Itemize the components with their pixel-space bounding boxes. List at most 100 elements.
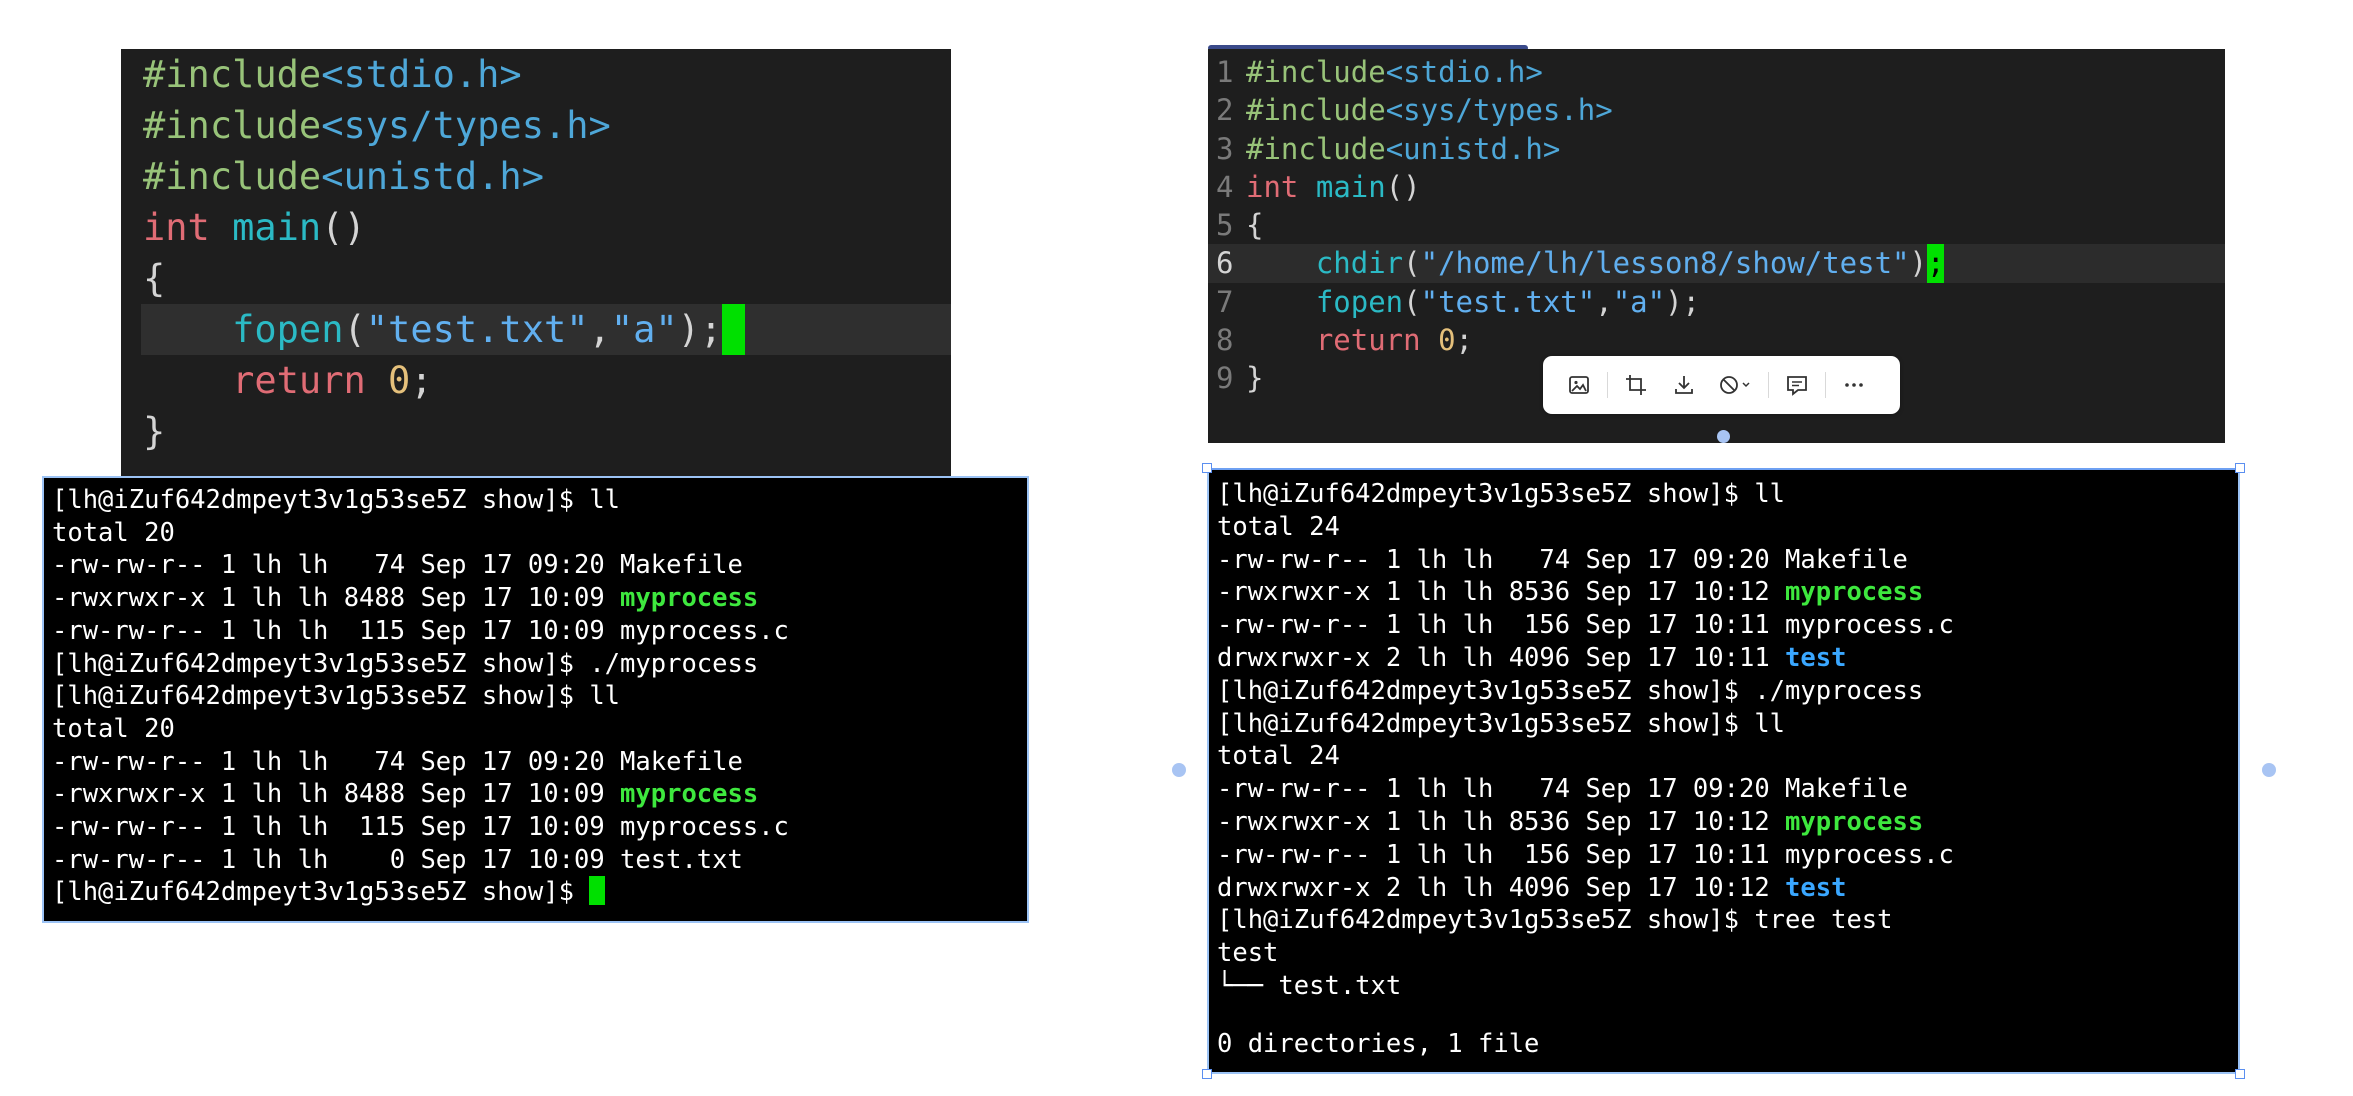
left-code-editor: #include<stdio.h> #include<sys/types.h> #i…: [121, 49, 951, 476]
code-token: total 24: [1217, 741, 1340, 772]
line-number: 5: [1216, 208, 1234, 243]
code-line[interactable]: #include<stdio.h>: [143, 49, 951, 100]
code-token: -rw-rw-r-- 1 lh lh 115 Sep 17 10:09 mypr…: [52, 812, 789, 843]
line-number: 6: [1216, 246, 1234, 281]
code-line[interactable]: 2 #include<sys/types.h>: [1216, 91, 2225, 129]
code-token: 0 directories, 1 file: [1217, 1029, 1540, 1060]
code-line[interactable]: {: [143, 253, 951, 304]
code-token: <sys/types.h>: [1385, 93, 1613, 128]
terminal-line: -rw-rw-r-- 1 lh lh 74 Sep 17 09:20 Makef…: [1217, 773, 2230, 806]
code-token: ): [1909, 246, 1927, 281]
code-line[interactable]: 6 chdir("/home/lh/lesson8/show/test");: [1208, 244, 2225, 283]
terminal-line: -rwxrwxr-x 1 lh lh 8536 Sep 17 10:12 myp…: [1217, 576, 2230, 609]
code-token: return: [232, 359, 366, 402]
code-line[interactable]: 8 return 0;: [1216, 321, 2225, 359]
code-token: 0: [388, 359, 411, 402]
more-icon[interactable]: [1830, 365, 1878, 405]
resize-handle-bottom-left[interactable]: [1202, 1069, 1212, 1079]
code-token: ,: [1595, 284, 1613, 319]
line-number: 9: [1216, 361, 1234, 396]
crop-icon[interactable]: [1612, 365, 1660, 405]
resize-handle-left[interactable]: [1172, 763, 1186, 777]
code-token: ;: [410, 359, 433, 402]
code-token: myprocess: [620, 583, 759, 614]
resize-handle-bottom-right[interactable]: [2235, 1069, 2245, 1079]
code-token: myprocess: [620, 779, 759, 810]
code-token: -rw-rw-r-- 1 lh lh 0 Sep 17 10:09 test.t…: [52, 844, 743, 875]
code-token: [lh@iZuf642dmpeyt3v1g53se5Z show]$ ll: [52, 681, 621, 712]
code-token: 0: [1438, 323, 1456, 358]
text-cursor: [589, 876, 606, 906]
code-token: test: [1785, 872, 1847, 903]
line-number: 1: [1216, 55, 1234, 89]
download-icon[interactable]: [1660, 365, 1708, 405]
code-token: ;: [1455, 323, 1474, 358]
code-token: [lh@iZuf642dmpeyt3v1g53se5Z show]$ ./myp…: [52, 648, 759, 679]
code-line[interactable]: #include<unistd.h>: [143, 151, 951, 202]
code-token: drwxrwxr-x 2 lh lh 4096 Sep 17 10:11: [1217, 642, 1786, 673]
rotate-handle[interactable]: [1717, 430, 1730, 443]
code-line[interactable]: 3 #include<unistd.h>: [1216, 130, 2225, 168]
code-token: drwxrwxr-x 2 lh lh 4096 Sep 17 10:12: [1217, 872, 1786, 903]
terminal-line: -rwxrwxr-x 1 lh lh 8488 Sep 17 10:09 myp…: [52, 778, 1019, 811]
code-token: -rw-rw-r-- 1 lh lh 115 Sep 17 10:09 mypr…: [52, 615, 789, 646]
code-token: chdir: [1315, 246, 1404, 281]
code-token: total 20: [52, 517, 175, 548]
code-token: #include: [143, 53, 322, 96]
image-icon[interactable]: [1555, 365, 1603, 405]
code-token: "test.txt": [1420, 284, 1596, 319]
toolbar-divider: [1607, 372, 1608, 398]
code-line[interactable]: }: [143, 406, 951, 457]
code-line[interactable]: 4 int main(): [1216, 168, 2225, 206]
code-token: └── test.txt: [1217, 970, 1402, 1001]
code-token: -rwxrwxr-x 1 lh lh 8536 Sep 17 10:12: [1217, 806, 1786, 837]
code-token: (: [343, 308, 366, 351]
code-token: [lh@iZuf642dmpeyt3v1g53se5Z show]$: [52, 877, 590, 908]
code-line[interactable]: 7 fopen("test.txt","a");: [1216, 283, 2225, 321]
terminal-line: -rw-rw-r-- 1 lh lh 74 Sep 17 09:20 Makef…: [52, 746, 1019, 779]
code-token: int: [1246, 169, 1299, 204]
code-line[interactable]: return 0;: [143, 355, 951, 406]
resize-handle-right[interactable]: [2262, 763, 2276, 777]
code-token: (): [1385, 169, 1421, 204]
code-line[interactable]: fopen("test.txt","a");: [141, 304, 951, 355]
code-token: return: [1315, 323, 1421, 358]
terminal-line: [lh@iZuf642dmpeyt3v1g53se5Z show]$ ll: [52, 680, 1019, 713]
code-token: {: [1246, 208, 1264, 243]
code-token: "a": [610, 308, 678, 351]
terminal-line: -rwxrwxr-x 1 lh lh 8536 Sep 17 10:12 myp…: [1217, 806, 2230, 839]
code-token: -rwxrwxr-x 1 lh lh 8488 Sep 17 10:09: [52, 779, 621, 810]
code-token: ,: [588, 308, 611, 351]
resize-handle-top-left[interactable]: [1202, 463, 1212, 473]
terminal-line: -rw-rw-r-- 1 lh lh 74 Sep 17 09:20 Makef…: [52, 549, 1019, 582]
terminal-line: [lh@iZuf642dmpeyt3v1g53se5Z show]$ ll: [52, 484, 1019, 517]
code-line[interactable]: #include<sys/types.h>: [143, 100, 951, 151]
code-token: (: [1403, 284, 1421, 319]
code-token: -rw-rw-r-- 1 lh lh 74 Sep 17 09:20 Makef…: [1217, 544, 1908, 575]
line-number: 2: [1216, 93, 1234, 128]
code-token: "a": [1612, 284, 1666, 319]
code-line[interactable]: 1 #include<stdio.h>: [1216, 53, 2225, 91]
terminal-line: drwxrwxr-x 2 lh lh 4096 Sep 17 10:11 tes…: [1217, 642, 2230, 675]
code-line[interactable]: int main(): [143, 202, 951, 253]
code-token: <stdio.h>: [1385, 55, 1543, 89]
resize-handle-top-right[interactable]: [2235, 463, 2245, 473]
block-icon[interactable]: [1708, 365, 1764, 405]
terminal-line: total 20: [52, 713, 1019, 746]
terminal-line: [lh@iZuf642dmpeyt3v1g53se5Z show]$ ./myp…: [52, 648, 1019, 681]
code-token: fopen: [1315, 284, 1404, 319]
code-token: }: [1246, 361, 1264, 396]
code-token: #include: [1246, 131, 1386, 166]
text-cursor: ;: [1926, 244, 1945, 283]
code-line[interactable]: 5{: [1216, 206, 2225, 244]
terminal-line: -rw-rw-r-- 1 lh lh 115 Sep 17 10:09 mypr…: [52, 811, 1019, 844]
comment-icon[interactable]: [1773, 365, 1821, 405]
